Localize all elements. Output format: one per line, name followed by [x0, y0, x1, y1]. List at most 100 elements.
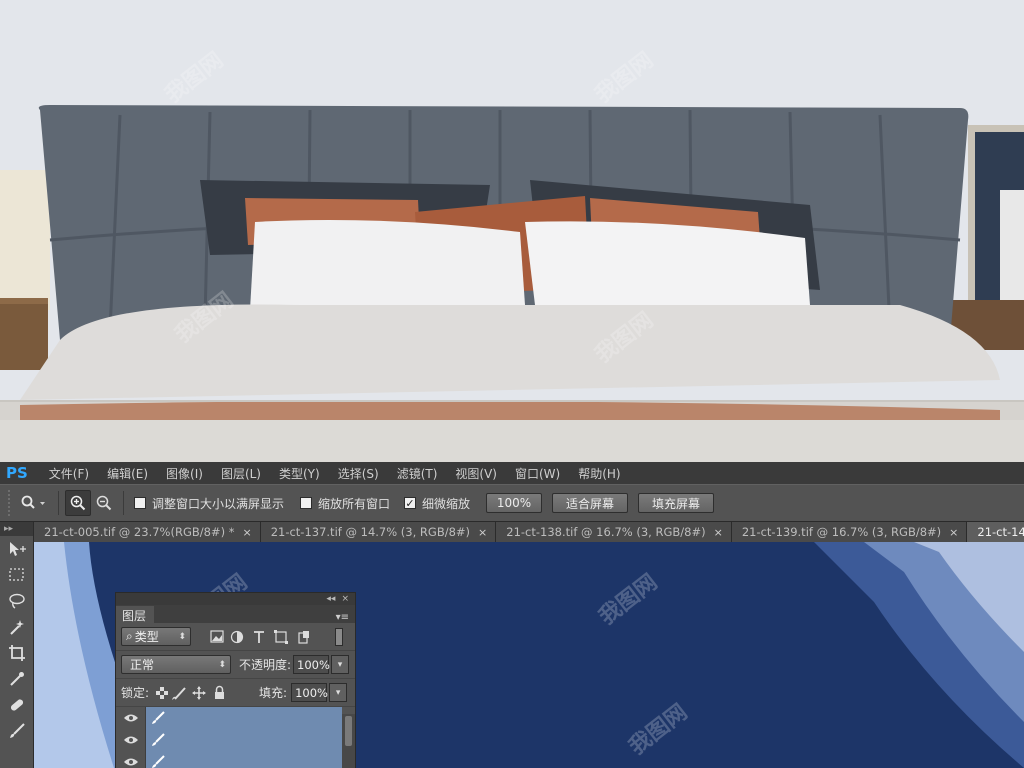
crop-tool[interactable]	[0, 640, 34, 666]
blend-mode-select[interactable]: 正常 ⬍	[121, 655, 231, 674]
blend-opacity-row: 正常 ⬍ 不透明度: 100% ▾	[116, 651, 355, 679]
opacity-input[interactable]: 100%	[293, 655, 330, 674]
layer-body[interactable]	[146, 750, 342, 768]
tab-doc-139[interactable]: 21-ct-139.tif @ 16.7% (3, RGB/8#) ×	[731, 522, 968, 542]
resize-windows-label: 调整窗口大小以满屏显示	[152, 496, 285, 511]
tab-label: 21-ct-139.tif @ 16.7% (3, RGB/8#)	[741, 525, 942, 539]
scrollbar-thumb[interactable]	[345, 716, 352, 746]
fill-screen-button[interactable]: 填充屏幕	[638, 493, 715, 513]
move-icon	[10, 542, 26, 556]
lock-transparency-icon	[156, 686, 169, 699]
scrubby-zoom-checkbox[interactable]: ✓ 细微缩放	[404, 495, 470, 512]
layer-row[interactable]	[116, 706, 342, 729]
options-grip[interactable]	[8, 490, 16, 516]
checkbox-box[interactable]	[300, 497, 313, 509]
marquee-icon	[9, 568, 24, 581]
tab-doc-005[interactable]: 21-ct-005.tif @ 23.7%(RGB/8#) * ×	[34, 522, 261, 542]
marquee-tool[interactable]	[0, 562, 34, 588]
resize-windows-checkbox[interactable]: 调整窗口大小以满屏显示	[134, 495, 284, 512]
bandage-icon	[10, 699, 24, 711]
brush-icon	[152, 732, 165, 746]
lock-move-icon	[192, 685, 207, 700]
layer-row[interactable]	[116, 750, 342, 768]
layers-panel: ◂◂ × 图层 ▾≡ ⌕ 类型 ⬍ 正常 ⬍ 不透明度: 100% ▾ 锁定:	[115, 592, 356, 768]
collapse-icon[interactable]: ◂◂	[326, 594, 335, 604]
close-icon[interactable]: ×	[478, 526, 487, 539]
fill-input[interactable]: 100%	[291, 683, 328, 702]
tools-collapse-icon[interactable]: ▸▸	[0, 522, 33, 536]
menu-window[interactable]: 窗口(W)	[506, 465, 569, 482]
filter-type-select[interactable]: ⌕ 类型 ⬍	[121, 627, 191, 646]
eye-icon	[123, 758, 138, 765]
options-bar: 调整窗口大小以满屏显示 缩放所有窗口 ✓ 细微缩放 100% 适合屏幕 填充屏幕	[0, 484, 1024, 522]
menu-bar: PS 文件(F) 编辑(E) 图像(I) 图层(L) 类型(Y) 选择(S) 滤…	[0, 462, 1024, 484]
ps-logo: PS	[6, 464, 28, 482]
lasso-tool[interactable]	[0, 588, 34, 614]
lasso-icon	[9, 593, 25, 609]
document-tab-bar: 21-ct-005.tif @ 23.7%(RGB/8#) * × 21-ct-…	[34, 522, 1024, 542]
tab-doc-138[interactable]: 21-ct-138.tif @ 16.7% (3, RGB/8#) ×	[496, 522, 732, 542]
close-icon[interactable]: ×	[242, 526, 251, 539]
visibility-toggle[interactable]	[116, 750, 146, 768]
lock-all-icon	[215, 685, 225, 699]
brush-tool[interactable]	[0, 718, 34, 744]
shape-filter-icon	[274, 629, 288, 644]
updown-icon: ⬍	[178, 631, 186, 642]
panel-menu-icon[interactable]: ▾≡	[336, 612, 355, 623]
close-icon[interactable]: ×	[341, 594, 349, 604]
zoom-100-button[interactable]: 100%	[486, 493, 543, 513]
separator	[58, 491, 59, 515]
layer-row[interactable]	[116, 728, 342, 751]
visibility-toggle[interactable]	[116, 728, 146, 751]
menu-edit[interactable]: 编辑(E)	[98, 465, 157, 482]
brush-icon	[152, 710, 165, 724]
lock-brush-icon	[172, 686, 186, 700]
magic-wand-tool[interactable]	[0, 614, 34, 640]
menu-help[interactable]: 帮助(H)	[569, 465, 629, 482]
crop-icon	[9, 645, 25, 661]
lock-icons[interactable]	[155, 685, 239, 701]
checkmark-icon[interactable]: ✓	[404, 497, 417, 509]
zoom-out-button[interactable]	[91, 490, 117, 516]
menu-file[interactable]: 文件(F)	[40, 465, 98, 482]
checkbox-box[interactable]	[134, 497, 146, 509]
menu-type[interactable]: 类型(Y)	[270, 465, 329, 482]
filter-type-value: 类型	[134, 630, 159, 644]
layers-scrollbar[interactable]	[342, 714, 355, 768]
layers-tab-row: 图层 ▾≡	[116, 605, 355, 623]
lock-label: 锁定:	[121, 686, 150, 700]
zoom-tool-preset-button[interactable]	[16, 490, 52, 516]
fit-screen-button[interactable]: 适合屏幕	[552, 493, 629, 513]
chevron-down-icon[interactable]: ▾	[329, 683, 348, 702]
tab-label: 21-ct-140.tif @ 100	[977, 525, 1024, 539]
brush-icon	[152, 754, 165, 768]
menu-select[interactable]: 选择(S)	[329, 465, 388, 482]
move-tool[interactable]	[0, 536, 34, 562]
layers-panel-titlebar: ◂◂ ×	[116, 593, 355, 605]
separator	[123, 491, 124, 515]
zoom-in-icon	[70, 495, 86, 511]
chevron-down-icon[interactable]: ▾	[331, 655, 350, 674]
menu-image[interactable]: 图像(I)	[157, 465, 212, 482]
layer-body[interactable]	[146, 728, 342, 751]
eyedropper-tool[interactable]	[0, 666, 34, 692]
tab-label: 21-ct-005.tif @ 23.7%(RGB/8#) *	[44, 525, 235, 539]
close-icon[interactable]: ×	[949, 526, 958, 539]
search-icon: ⌕	[126, 629, 133, 643]
zoom-in-button[interactable]	[65, 490, 91, 516]
tab-doc-137[interactable]: 21-ct-137.tif @ 14.7% (3, RGB/8#) ×	[260, 522, 497, 542]
filter-icons[interactable]	[209, 629, 329, 645]
layer-body[interactable]	[146, 706, 342, 729]
menu-filter[interactable]: 滤镜(T)	[388, 465, 447, 482]
zoom-all-windows-label: 缩放所有窗口	[318, 496, 391, 511]
menu-layer[interactable]: 图层(L)	[212, 465, 270, 482]
healing-brush-tool[interactable]	[0, 692, 34, 718]
menu-view[interactable]: 视图(V)	[446, 465, 506, 482]
visibility-toggle[interactable]	[116, 706, 146, 729]
filter-toggle[interactable]	[335, 627, 343, 646]
tab-layers[interactable]: 图层	[116, 606, 155, 623]
close-icon[interactable]: ×	[714, 526, 723, 539]
eye-icon	[123, 736, 138, 743]
tab-doc-140[interactable]: 21-ct-140.tif @ 100	[967, 522, 1024, 542]
zoom-all-windows-checkbox[interactable]: 缩放所有窗口	[300, 495, 390, 512]
